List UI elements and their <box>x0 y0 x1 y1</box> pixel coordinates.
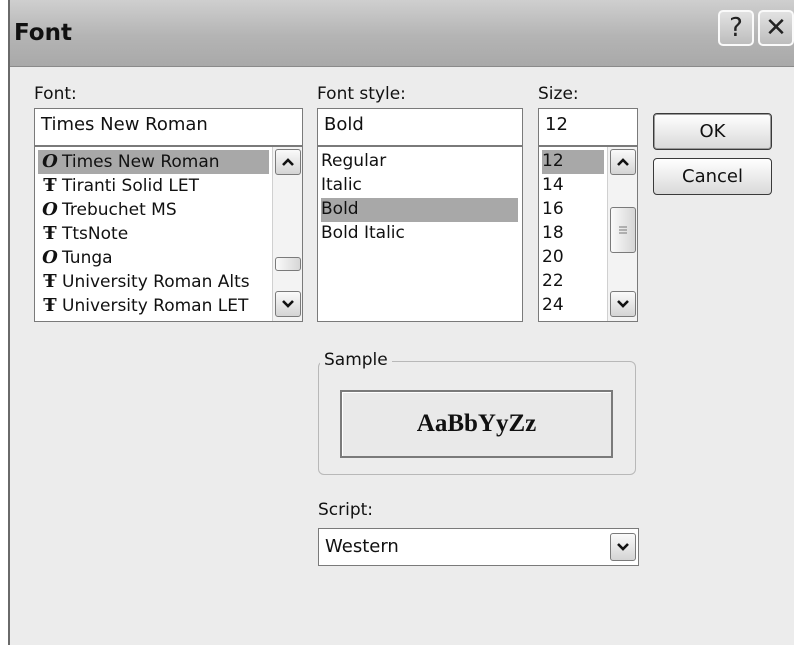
list-item-label: Trebuchet MS <box>62 200 177 220</box>
list-item[interactable]: O Tunga <box>38 246 269 270</box>
list-item-label: Tunga <box>62 248 113 268</box>
ok-button[interactable]: OK <box>653 113 772 150</box>
script-label: Script: <box>318 500 374 520</box>
list-item[interactable]: 14 <box>542 174 604 198</box>
font-list-scrollbar[interactable] <box>272 147 302 321</box>
scroll-up-button[interactable] <box>275 149 301 175</box>
font-name-input[interactable]: Times New Roman <box>34 108 303 146</box>
scroll-up-button[interactable] <box>610 149 636 175</box>
list-item[interactable]: 24 <box>542 294 604 318</box>
script-value: Western <box>325 536 399 557</box>
scroll-down-button[interactable] <box>610 291 636 317</box>
list-item[interactable]: 12 <box>542 150 604 174</box>
font-list[interactable]: Ŧ University Roman LET Ŧ University Roman A… <box>34 146 303 322</box>
font-dialog: Font ? ✕ Font: Times New Roman Ŧ Universi… <box>8 0 794 645</box>
scroll-thumb[interactable] <box>610 207 636 253</box>
size-list[interactable]: 24 22 20 18 16 14 12 <box>538 146 638 322</box>
size-input[interactable]: 12 <box>538 108 638 146</box>
chevron-down-icon <box>282 300 294 308</box>
list-item[interactable]: O Times New Roman <box>38 150 269 174</box>
chevron-up-icon <box>617 158 629 166</box>
list-item[interactable]: Bold Italic <box>321 222 518 246</box>
list-item[interactable]: Ŧ Tiranti Solid LET <box>38 174 269 198</box>
font-style-input[interactable]: Bold <box>317 108 523 146</box>
sample-preview: AaBbYyZz <box>340 390 613 458</box>
list-item[interactable]: Italic <box>321 174 518 198</box>
scroll-down-button[interactable] <box>275 291 301 317</box>
font-style-list[interactable]: Bold Italic Bold Italic Regular <box>317 146 523 322</box>
list-item-label: 14 <box>542 175 564 195</box>
opentype-icon: O <box>42 199 58 220</box>
title-bar: Font ? ✕ <box>10 0 794 67</box>
grip-icon <box>619 226 627 234</box>
list-item-label: Times New Roman <box>62 152 220 172</box>
list-item-label: Regular <box>321 151 387 171</box>
list-item[interactable]: Bold <box>321 198 518 222</box>
dropdown-button[interactable] <box>610 533 636 561</box>
list-item[interactable]: Regular <box>321 150 518 174</box>
list-item-label: 16 <box>542 199 564 219</box>
size-list-scrollbar[interactable] <box>607 147 637 321</box>
dialog-title: Font <box>14 20 72 46</box>
size-label: Size: <box>538 84 579 104</box>
help-button[interactable]: ? <box>718 10 754 46</box>
list-item[interactable]: 22 <box>542 270 604 294</box>
cancel-button[interactable]: Cancel <box>653 158 772 195</box>
chevron-up-icon <box>282 158 294 166</box>
truetype-icon: Ŧ <box>43 295 57 316</box>
sample-label: Sample <box>320 350 392 370</box>
list-item[interactable]: 16 <box>542 198 604 222</box>
list-item-label: 18 <box>542 223 564 243</box>
list-item-label: University Roman LET <box>62 296 249 316</box>
list-item[interactable]: 20 <box>542 246 604 270</box>
list-item-label: 24 <box>542 295 564 315</box>
chevron-down-icon <box>617 300 629 308</box>
list-item[interactable]: O Trebuchet MS <box>38 198 269 222</box>
list-item-label: Bold Italic <box>321 223 405 243</box>
list-item[interactable]: Ŧ University Roman LET <box>38 294 269 318</box>
list-item[interactable]: Ŧ University Roman Alts <box>38 270 269 294</box>
chevron-down-icon <box>617 543 629 551</box>
list-item-label: Italic <box>321 175 362 195</box>
list-item-label: 12 <box>542 151 564 171</box>
close-button[interactable]: ✕ <box>758 10 794 46</box>
opentype-icon: O <box>42 247 58 268</box>
list-item-label: University Roman Alts <box>62 272 250 292</box>
truetype-icon: Ŧ <box>43 175 57 196</box>
font-style-label: Font style: <box>317 84 406 104</box>
help-icon: ? <box>729 13 743 43</box>
truetype-icon: Ŧ <box>43 271 57 292</box>
opentype-icon: O <box>42 151 58 172</box>
close-icon: ✕ <box>765 13 787 43</box>
script-select[interactable]: Western <box>318 528 639 566</box>
list-item-label: 22 <box>542 271 564 291</box>
list-item-label: 20 <box>542 247 564 267</box>
truetype-icon: Ŧ <box>43 223 57 244</box>
list-item-label: Bold <box>321 199 359 219</box>
list-item-label: TtsNote <box>62 224 129 244</box>
scroll-thumb[interactable] <box>275 257 301 271</box>
list-item[interactable]: Ŧ TtsNote <box>38 222 269 246</box>
list-item-label: Tiranti Solid LET <box>62 176 199 196</box>
font-label: Font: <box>34 84 77 104</box>
list-item[interactable]: 18 <box>542 222 604 246</box>
